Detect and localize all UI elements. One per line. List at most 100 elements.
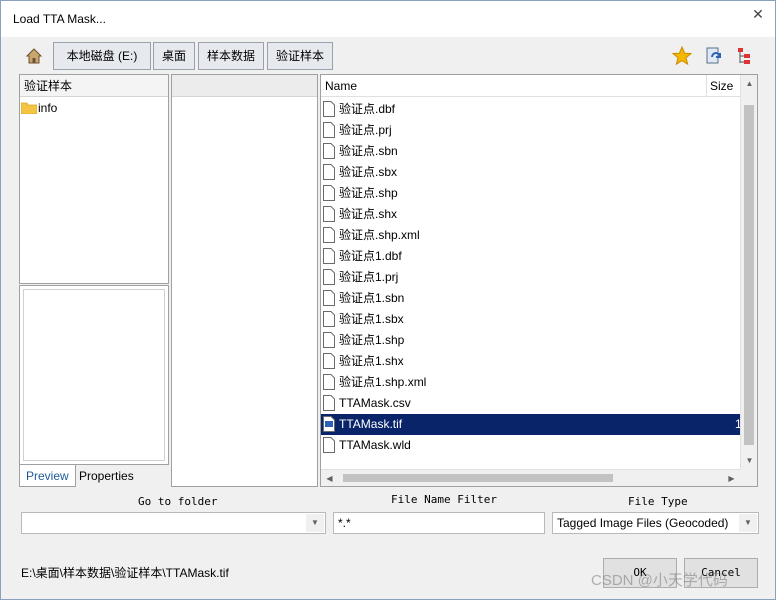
folder-item-info[interactable]: info: [20, 99, 57, 117]
file-row[interactable]: 验证点.shx: [321, 204, 741, 225]
file-icon: [323, 395, 335, 411]
file-row[interactable]: 验证点1.dbf: [321, 246, 741, 267]
file-name: TTAMask.tif: [339, 417, 403, 431]
vertical-scrollbar[interactable]: ▲ ▼: [740, 75, 757, 469]
file-icon: [323, 311, 335, 327]
file-type-label: File Type: [628, 495, 688, 508]
breadcrumb-drive[interactable]: 本地磁盘 (E:): [53, 42, 151, 70]
file-row[interactable]: 验证点1.shp: [321, 330, 741, 351]
file-name-filter-value: *.*: [338, 516, 351, 530]
file-row[interactable]: TTAMask.tif 1: [321, 414, 742, 435]
scroll-left-arrow[interactable]: ◀: [321, 470, 338, 486]
file-name: 验证点1.prj: [339, 270, 399, 284]
file-name: 验证点1.dbf: [339, 249, 402, 263]
file-name: 验证点1.sbx: [339, 312, 404, 326]
file-icon: [323, 269, 335, 285]
refresh-button[interactable]: [703, 45, 725, 67]
folder-icon: [21, 102, 37, 114]
home-button[interactable]: [19, 42, 49, 70]
file-icon: [323, 122, 335, 138]
middle-pane: [171, 74, 318, 487]
selected-path: E:\桌面\样本数据\验证样本\TTAMask.tif: [21, 566, 229, 580]
column-size[interactable]: Size: [707, 75, 741, 97]
file-icon: [323, 374, 335, 390]
file-row[interactable]: 验证点.dbf: [321, 99, 741, 120]
file-row[interactable]: 验证点.shp.xml: [321, 225, 741, 246]
ok-button[interactable]: OK: [603, 558, 677, 588]
file-name: 验证点1.shp.xml: [339, 375, 427, 389]
horizontal-scroll-thumb[interactable]: [343, 474, 613, 482]
breadcrumb-validation-sample[interactable]: 验证样本: [267, 42, 333, 70]
file-icon: [323, 353, 335, 369]
file-row[interactable]: 验证点.shp: [321, 183, 741, 204]
folder-pane-header: 验证样本: [20, 75, 168, 97]
file-name: 验证点.shp.xml: [339, 228, 420, 242]
breadcrumb-sample-data[interactable]: 样本数据: [198, 42, 264, 70]
file-row[interactable]: 验证点1.sbn: [321, 288, 741, 309]
file-icon: [323, 437, 335, 453]
file-row[interactable]: 验证点.prj: [321, 120, 741, 141]
file-icon: [323, 227, 335, 243]
toolbar-icons: [671, 45, 761, 67]
folder-pane: 验证样本 info: [19, 74, 169, 284]
file-row[interactable]: 验证点1.sbx: [321, 309, 741, 330]
scroll-down-arrow[interactable]: ▼: [741, 452, 757, 469]
tree-view-button[interactable]: [733, 45, 755, 67]
title-bar: Load TTA Mask... ✕: [1, 1, 775, 37]
file-row[interactable]: 验证点.sbn: [321, 141, 741, 162]
file-type-dropdown[interactable]: Tagged Image Files (Geocoded) ▼: [552, 512, 759, 534]
file-name: 验证点.shx: [339, 207, 398, 221]
file-icon: [323, 206, 335, 222]
chevron-down-icon[interactable]: ▼: [739, 514, 757, 532]
file-row[interactable]: 验证点1.shx: [321, 351, 741, 372]
file-row[interactable]: 验证点1.prj: [321, 267, 741, 288]
file-row[interactable]: TTAMask.csv: [321, 393, 741, 414]
go-to-folder-label: Go to folder: [138, 495, 218, 508]
file-row[interactable]: TTAMask.wld: [321, 435, 741, 456]
scroll-right-arrow[interactable]: ▶: [723, 470, 740, 486]
file-name-filter-input[interactable]: *.*: [333, 512, 545, 534]
tab-properties[interactable]: Properties: [73, 465, 140, 487]
breadcrumb-desktop[interactable]: 桌面: [153, 42, 195, 70]
file-list-header: Name Size: [321, 75, 741, 97]
file-type-value: Tagged Image Files (Geocoded): [557, 516, 729, 530]
column-name[interactable]: Name: [321, 75, 707, 97]
close-button[interactable]: ✕: [747, 5, 769, 25]
file-row[interactable]: 验证点.sbx: [321, 162, 741, 183]
file-name: 验证点1.shx: [339, 354, 404, 368]
folder-item-label: info: [38, 101, 58, 115]
file-icon: [323, 185, 335, 201]
file-name: 验证点.shp: [339, 186, 398, 200]
vertical-scroll-thumb[interactable]: [744, 105, 754, 445]
file-name: TTAMask.wld: [339, 438, 411, 452]
preview-area: [23, 289, 165, 461]
file-name: 验证点.dbf: [339, 102, 396, 116]
file-icon: [323, 164, 335, 180]
file-icon: [323, 332, 335, 348]
preview-pane: [19, 285, 169, 465]
file-list: Name Size 验证点.dbf 验证点.prj 验证点.sbn 验证点.sbx 验证…: [320, 74, 758, 487]
file-name: TTAMask.csv: [339, 396, 411, 410]
go-to-folder-dropdown[interactable]: ▼: [21, 512, 326, 534]
chevron-down-icon[interactable]: ▼: [306, 514, 324, 532]
file-name-filter-label: File Name Filter: [391, 493, 497, 506]
window-title: Load TTA Mask...: [13, 12, 106, 26]
scroll-corner: [740, 469, 757, 486]
favorites-star-icon: [671, 45, 693, 66]
load-tta-mask-dialog: Load TTA Mask... ✕ 本地磁盘 (E:) 桌面 样本数据 验证样…: [0, 0, 776, 600]
file-row[interactable]: 验证点1.shp.xml: [321, 372, 741, 393]
file-name: 验证点1.shp: [339, 333, 405, 347]
tab-preview[interactable]: Preview: [19, 465, 76, 487]
file-icon: [323, 290, 335, 306]
cancel-button[interactable]: Cancel: [684, 558, 758, 588]
home-icon: [25, 48, 43, 64]
tree-view-icon: [738, 48, 750, 64]
file-icon: [323, 248, 335, 264]
file-name: 验证点.sbx: [339, 165, 398, 179]
middle-pane-header: [172, 75, 317, 97]
file-name: 验证点1.sbn: [339, 291, 405, 305]
horizontal-scrollbar[interactable]: ◀ ▶: [321, 469, 740, 486]
favorites-button[interactable]: [671, 45, 693, 67]
image-file-icon: [323, 416, 335, 432]
scroll-up-arrow[interactable]: ▲: [741, 75, 757, 92]
